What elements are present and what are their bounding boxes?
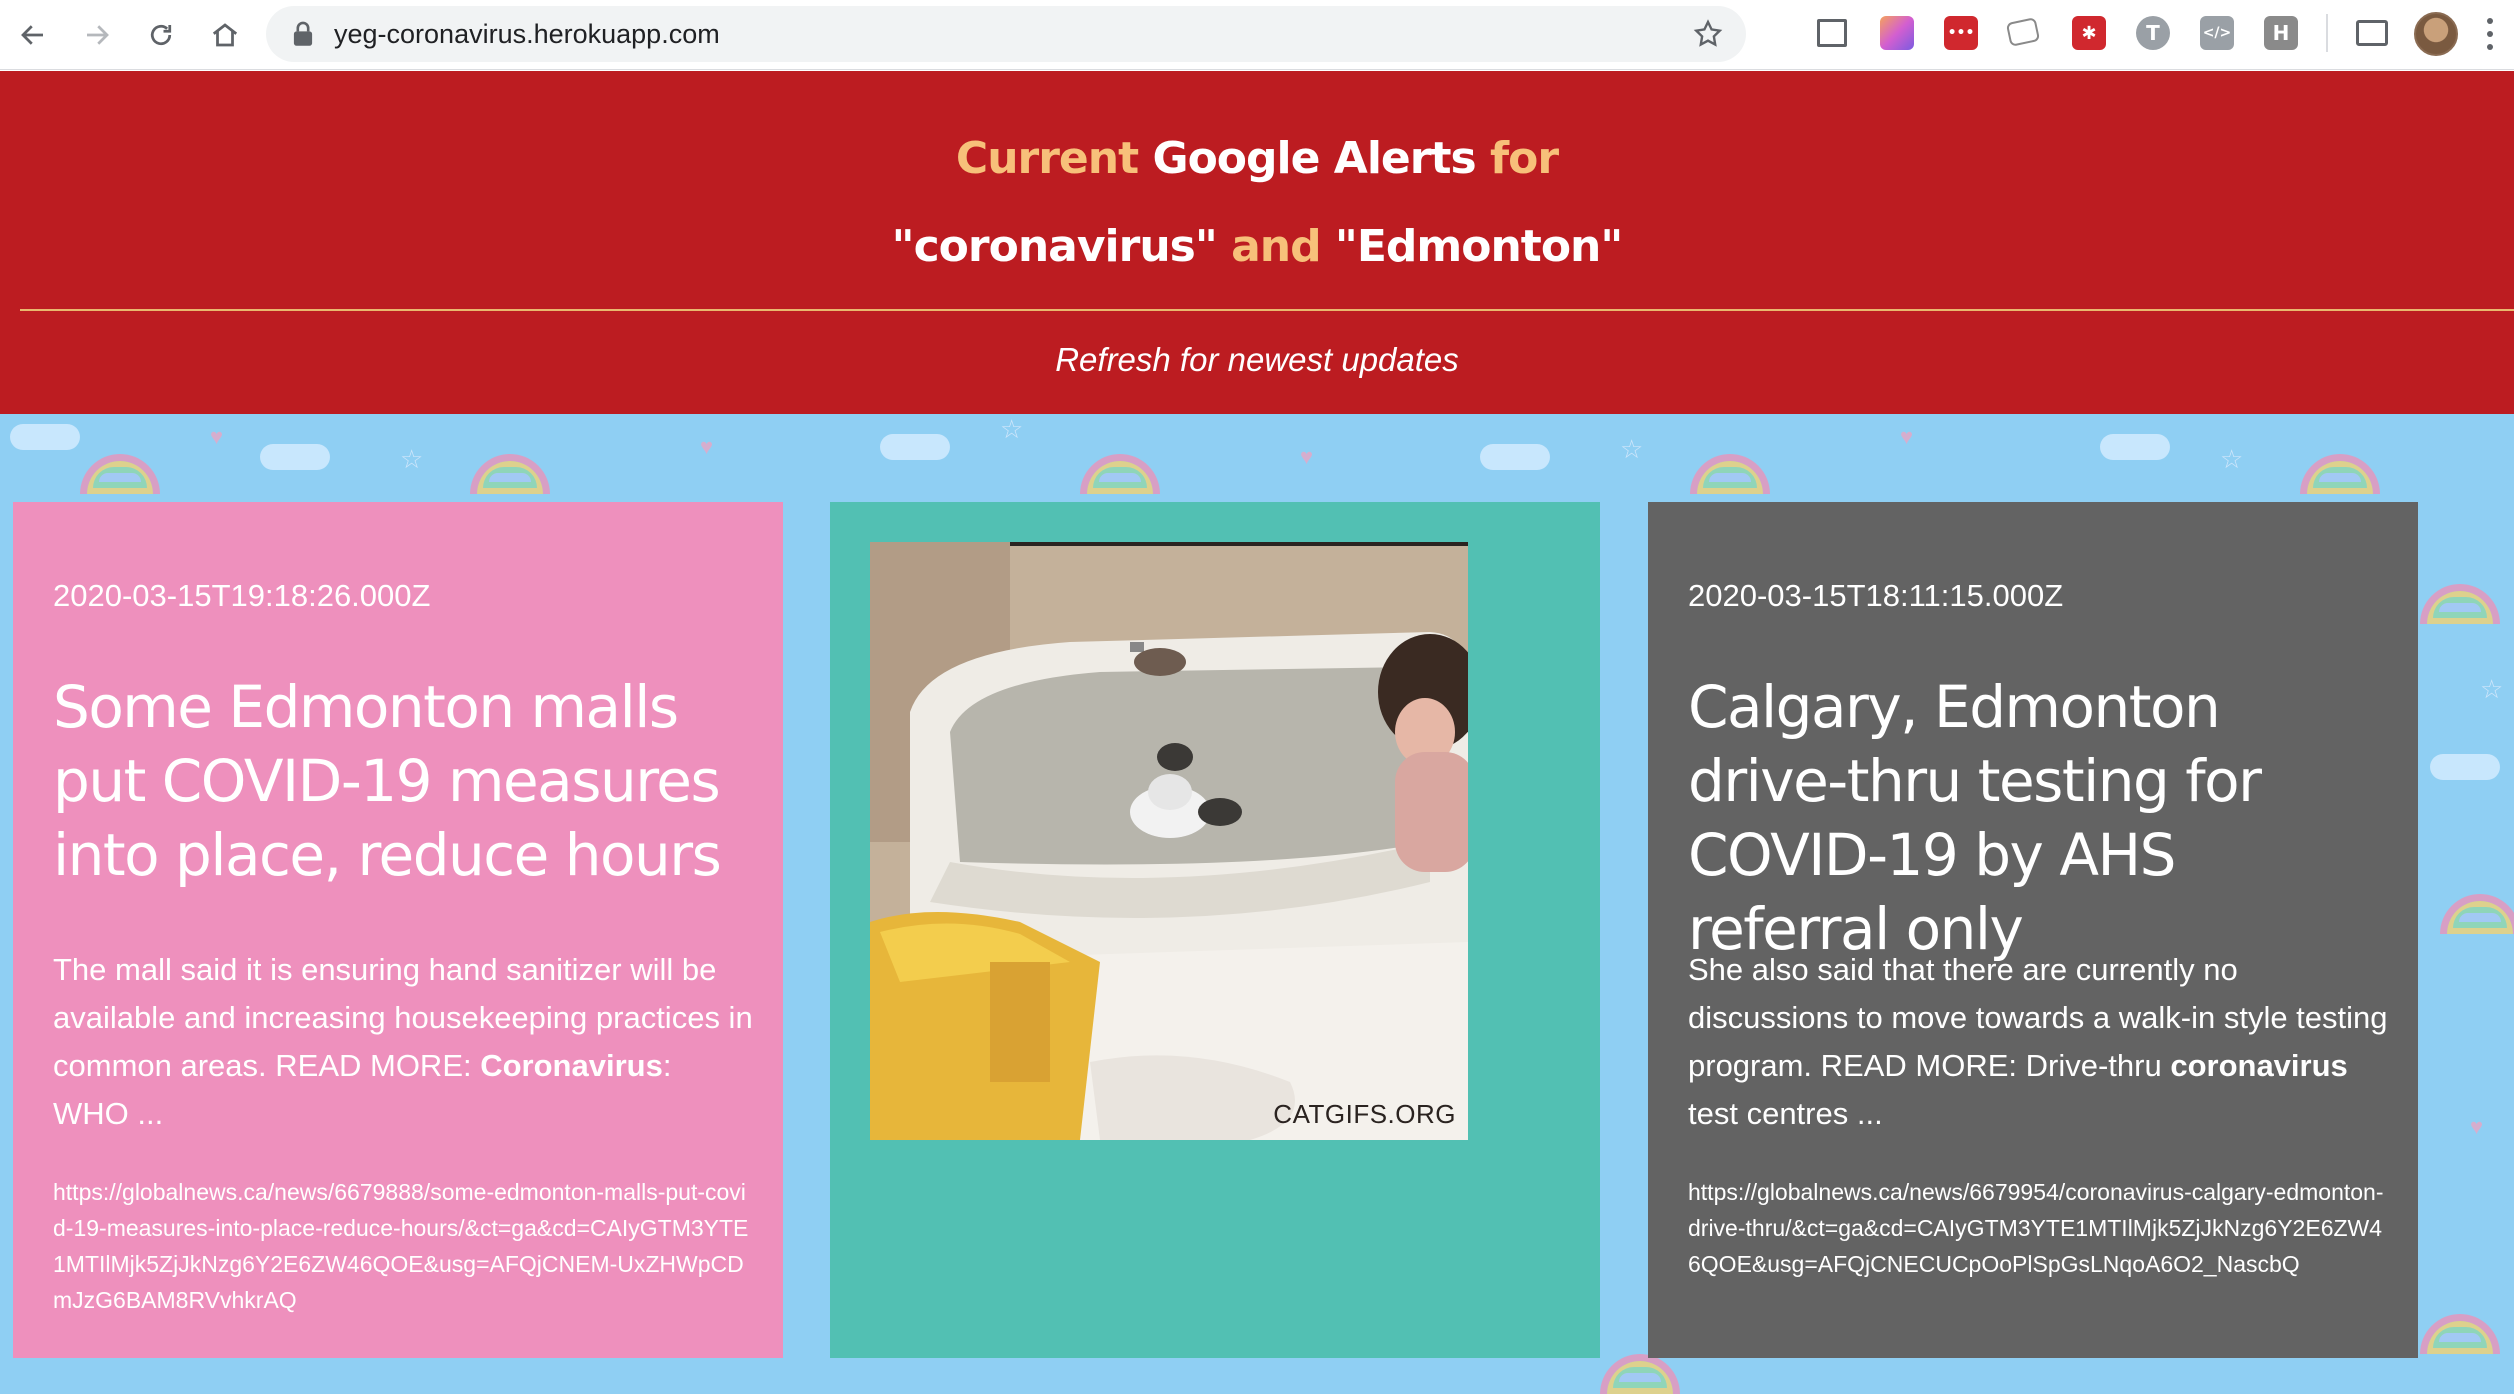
title-term-edmonton: "Edmonton" bbox=[1334, 221, 1623, 272]
gif-card: CATGIFS.ORG bbox=[830, 502, 1600, 1358]
bookmark-star-icon[interactable] bbox=[1692, 18, 1724, 50]
star-decoration: ☆ bbox=[2220, 444, 2244, 474]
rainbow-decoration bbox=[1690, 454, 1770, 494]
alert-snippet: She also said that there are currently n… bbox=[1688, 946, 2388, 1138]
rainbow-decoration bbox=[2440, 894, 2514, 934]
page-header: Current Google Alerts for "coronavirus" … bbox=[0, 71, 2514, 414]
address-bar[interactable]: yeg-coronavirus.herokuapp.com bbox=[266, 6, 1746, 62]
back-icon[interactable] bbox=[8, 10, 58, 60]
gif-watermark: CATGIFS.ORG bbox=[1273, 1099, 1456, 1129]
forward-icon[interactable] bbox=[72, 10, 122, 60]
refresh-hint: Refresh for newest updates bbox=[1055, 341, 1459, 378]
rainbow-decoration bbox=[470, 454, 550, 494]
browser-menu-icon[interactable] bbox=[2480, 14, 2500, 54]
alert-timestamp: 2020-03-15T18:11:15.000Z bbox=[1688, 578, 2064, 613]
profile-avatar[interactable] bbox=[2414, 12, 2458, 56]
lock-icon[interactable] bbox=[292, 21, 314, 47]
notepad-extension-icon[interactable] bbox=[2005, 17, 2041, 47]
star-decoration: ☆ bbox=[1620, 434, 1644, 464]
title-word-for: for bbox=[1490, 133, 1559, 184]
heart-decoration: ♥ bbox=[700, 434, 714, 459]
alert-card: 2020-03-15T19:18:26.000Z Some Edmonton m… bbox=[13, 502, 783, 1358]
reload-icon[interactable] bbox=[136, 10, 186, 60]
cast-icon[interactable] bbox=[2356, 20, 2388, 46]
code-extension-icon[interactable]: </> bbox=[2200, 16, 2234, 50]
cloud-decoration bbox=[2100, 434, 2170, 460]
rainbow-decoration bbox=[2420, 584, 2500, 624]
alert-snippet: The mall said it is ensuring hand saniti… bbox=[53, 946, 753, 1138]
dots-extension-icon[interactable]: ••• bbox=[1944, 16, 1978, 50]
cloud-decoration bbox=[10, 424, 80, 450]
screenshot-extension-icon[interactable] bbox=[1817, 19, 1847, 47]
rainbow-decoration bbox=[2300, 454, 2380, 494]
url-text[interactable]: yeg-coronavirus.herokuapp.com bbox=[334, 6, 720, 62]
toolbar-separator bbox=[2326, 14, 2328, 52]
header-title-line-1: Current Google Alerts for bbox=[0, 133, 2514, 184]
alert-url[interactable]: https://globalnews.ca/news/6679954/coron… bbox=[1688, 1174, 2388, 1282]
snippet-keyword: coronavirus bbox=[2170, 1048, 2348, 1083]
alert-url[interactable]: https://globalnews.ca/news/6679888/some-… bbox=[53, 1174, 753, 1318]
heart-decoration: ♥ bbox=[210, 424, 224, 449]
star-decoration: ☆ bbox=[400, 444, 424, 474]
alert-title: Some Edmonton malls put COVID-19 measure… bbox=[53, 673, 722, 889]
rainbow-decoration bbox=[80, 454, 160, 494]
rainbow-decoration bbox=[1080, 454, 1160, 494]
cat-in-bathtub-illustration bbox=[870, 542, 1468, 1140]
title-word-current: Current bbox=[955, 133, 1139, 184]
home-icon[interactable] bbox=[200, 10, 250, 60]
cloud-decoration bbox=[880, 434, 950, 460]
browser-toolbar: yeg-coronavirus.herokuapp.com ••• ✱ T </… bbox=[0, 0, 2514, 70]
header-title-line-2: "coronavirus" and "Edmonton" bbox=[0, 221, 2514, 272]
heart-decoration: ♥ bbox=[2470, 1114, 2484, 1139]
bug-extension-icon[interactable]: ✱ bbox=[2072, 16, 2106, 50]
snippet-text: test centres ... bbox=[1688, 1096, 1883, 1131]
cloud-decoration bbox=[1480, 444, 1550, 470]
star-decoration: ☆ bbox=[1000, 414, 1024, 444]
rainbow-decoration bbox=[2420, 1314, 2500, 1354]
cloud-decoration bbox=[2430, 754, 2500, 780]
alert-card: 2020-03-15T18:11:15.000Z Calgary, Edmont… bbox=[1648, 502, 2418, 1358]
t-extension-icon[interactable]: T bbox=[2136, 16, 2170, 50]
alert-title: Calgary, Edmonton drive-thru testing for… bbox=[1688, 673, 2262, 963]
title-word-google-alerts: Google Alerts bbox=[1152, 133, 1476, 184]
title-word-and: and bbox=[1231, 221, 1322, 272]
cat-gif-image: CATGIFS.ORG bbox=[870, 542, 1468, 1140]
header-divider bbox=[20, 309, 2514, 311]
cloud-decoration bbox=[260, 444, 330, 470]
star-decoration: ☆ bbox=[2480, 674, 2504, 704]
heart-decoration: ♥ bbox=[1900, 424, 1914, 449]
gradient-extension-icon[interactable] bbox=[1880, 16, 1914, 50]
heart-decoration: ♥ bbox=[1300, 444, 1314, 469]
snippet-keyword: Coronavirus bbox=[480, 1048, 663, 1083]
rainbow-decoration bbox=[1600, 1354, 1680, 1394]
title-term-coronavirus: "coronavirus" bbox=[891, 221, 1218, 272]
alert-timestamp: 2020-03-15T19:18:26.000Z bbox=[53, 578, 431, 613]
h-extension-icon[interactable]: H bbox=[2264, 16, 2298, 50]
